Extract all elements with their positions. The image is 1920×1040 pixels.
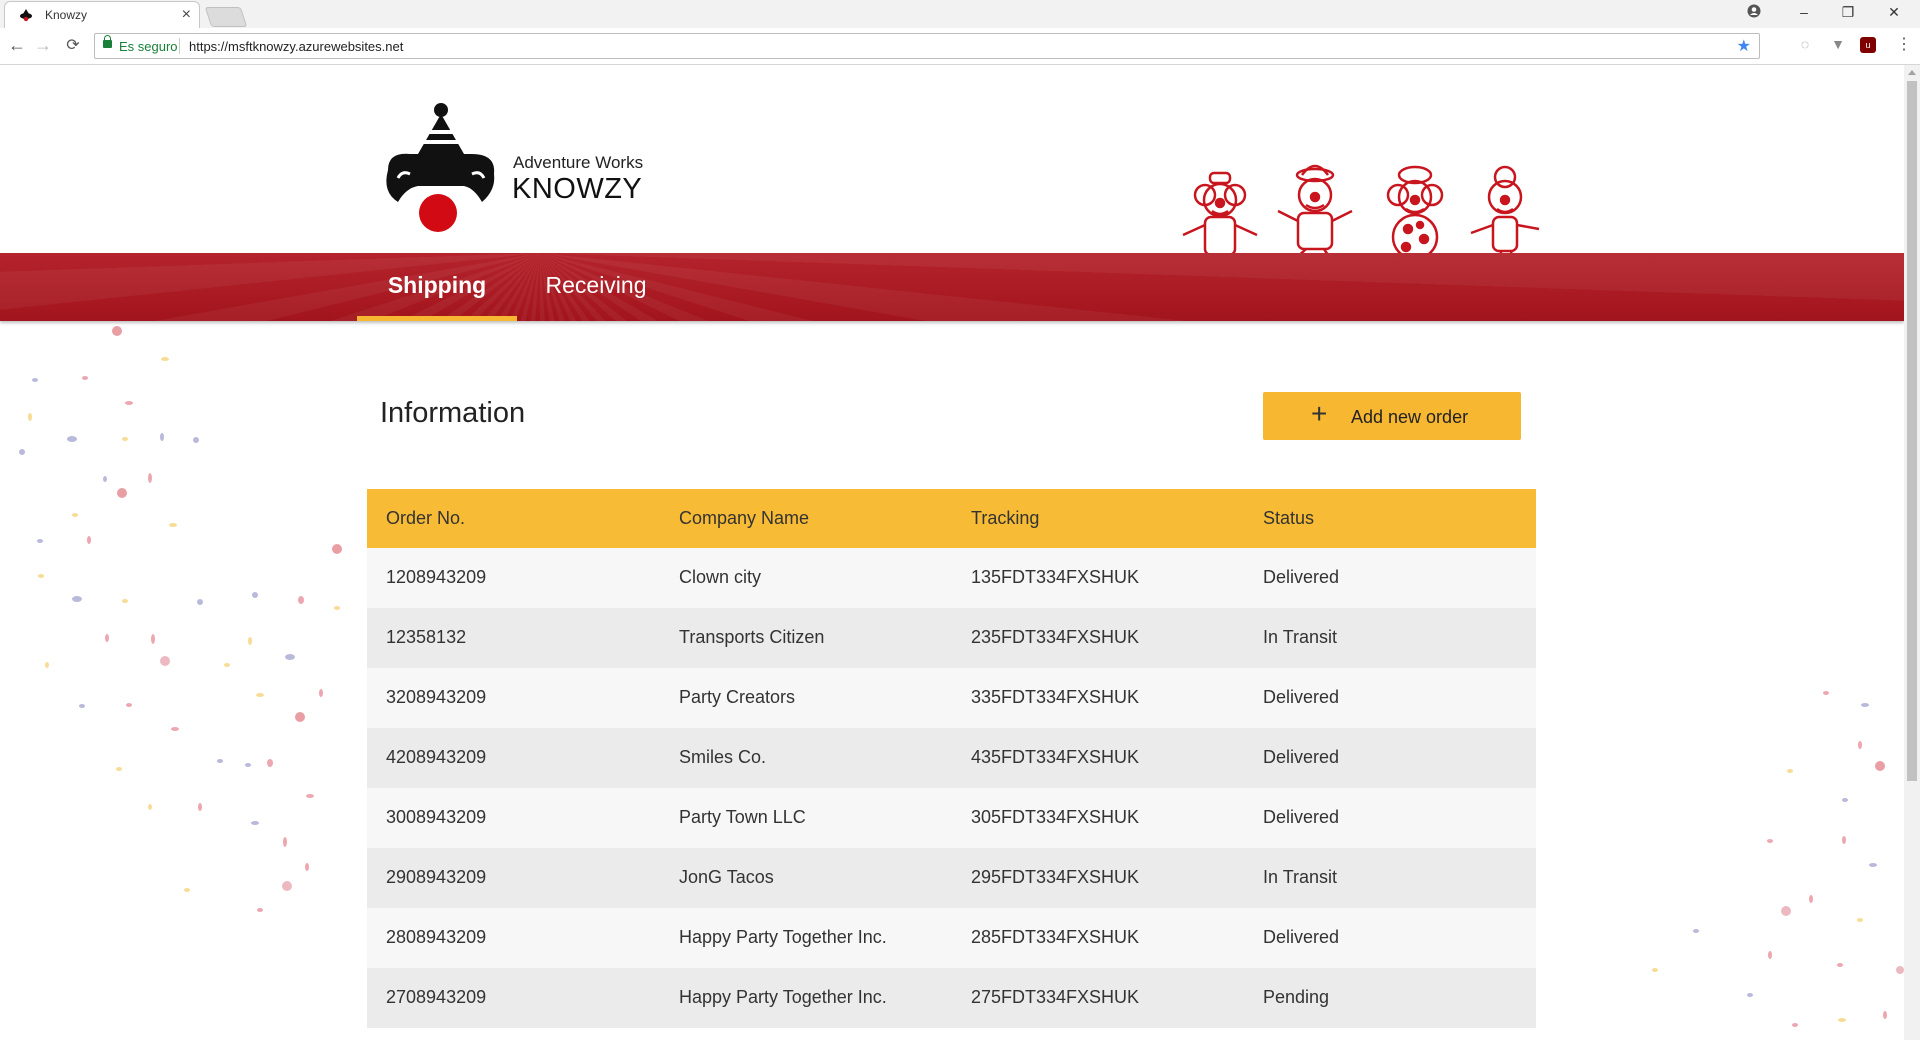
company-name-cell: Smiles Co. [679,747,767,767]
column-header-status[interactable]: Status [1263,508,1314,529]
tracking-cell: 285FDT334FXSHUK [971,927,1140,947]
forward-icon[interactable]: → [32,35,54,56]
status-cell: In Transit [1263,627,1338,647]
tracking-cell: 435FDT334FXSHUK [971,747,1140,767]
scroll-up-arrow-icon[interactable] [1908,70,1916,75]
company-name-cell: Happy Party Together Inc. [679,927,887,947]
restore-icon[interactable]: ❐ [1838,4,1858,21]
tracking-cell: 135FDT334FXSHUK [971,567,1140,587]
column-header-company-name[interactable]: Company Name [679,508,809,529]
order-number-cell: 3208943209 [386,687,487,707]
order-number-cell: 2808943209 [386,927,487,947]
knowzy-clown-logo [386,103,495,232]
orders-table: Order No. Company Name Tracking Status 1… [367,489,1536,1028]
company-name-cell: Transports Citizen [679,627,825,647]
company-name-cell: Clown city [679,567,762,587]
order-number-cell: 12358132 [386,627,467,647]
tracking-cell: 335FDT334FXSHUK [971,687,1140,707]
add-new-order-button[interactable]: + Add new order [1263,392,1521,440]
status-cell: Delivered [1263,687,1340,707]
table-row[interactable]: 2908943209 JonG Tacos 295FDT334FXSHUK In… [367,848,1536,908]
minimize-icon[interactable]: – [1794,4,1814,20]
browser-toolbar: ← → ⟳ Es seguro https://msftknowzy.azure… [0,28,1920,65]
new-tab-button[interactable] [204,7,248,27]
ublock-extension-icon[interactable]: u [1860,37,1876,53]
back-icon[interactable]: ← [6,35,28,56]
close-window-icon[interactable]: ✕ [1884,4,1904,21]
lock-icon [103,35,112,48]
order-number-cell: 2908943209 [386,867,487,887]
url-text[interactable]: https://msftknowzy.azurewebsites.net [189,39,403,54]
status-cell: Delivered [1263,567,1340,587]
column-header-tracking[interactable]: Tracking [971,508,1039,529]
table-row[interactable]: 3208943209 Party Creators 335FDT334FXSHU… [367,668,1536,728]
status-cell: Delivered [1263,927,1340,947]
scrollbar-thumb[interactable] [1907,81,1917,781]
profile-icon[interactable] [1744,4,1764,21]
plus-icon: + [1311,398,1328,429]
secure-label: Es seguro [119,39,178,54]
browser-tab[interactable]: Knowzy × [4,1,200,28]
browser-tabstrip: Knowzy × – ❐ ✕ [0,0,1920,28]
tracking-cell: 305FDT334FXSHUK [971,807,1140,827]
order-number-cell: 2708943209 [386,987,487,1007]
tab-title: Knowzy [45,8,88,22]
order-number-cell: 1208943209 [386,567,487,587]
omnibox-divider [179,38,180,54]
status-cell: Pending [1263,987,1330,1007]
table-row[interactable]: 2708943209 Happy Party Together Inc. 275… [367,968,1536,1028]
table-row[interactable]: 1208943209 Clown city 135FDT334FXSHUK De… [367,548,1536,608]
main-navbar: Shipping Receiving [0,253,1904,321]
vpn-extension-icon[interactable]: ▼ [1828,36,1848,52]
bookmark-star-icon[interactable]: ★ [1737,36,1751,56]
table-row[interactable]: 4208943209 Smiles Co. 435FDT334FXSHUK De… [367,728,1536,788]
order-number-cell: 4208943209 [386,747,487,767]
address-bar[interactable]: Es seguro https://msftknowzy.azurewebsit… [94,33,1760,59]
add-new-order-label: Add new order [1351,407,1469,427]
tab-shipping[interactable]: Shipping [357,253,517,321]
status-cell: Delivered [1263,747,1340,767]
status-cell: Delivered [1263,807,1340,827]
tab-receiving[interactable]: Receiving [526,253,666,321]
company-name-cell: JonG Tacos [679,867,774,887]
company-name-cell: Party Creators [679,687,796,707]
order-number-cell: 3008943209 [386,807,487,827]
page-scrollbar[interactable] [1904,65,1920,1040]
brand-subtitle: Adventure Works [513,153,644,172]
tracking-cell: 275FDT334FXSHUK [971,987,1140,1007]
tracking-cell: 295FDT334FXSHUK [971,867,1140,887]
tracking-cell: 235FDT334FXSHUK [971,627,1140,647]
status-cell: In Transit [1263,867,1338,887]
knowzy-favicon-icon [20,9,32,22]
page-title: Information [380,397,526,429]
company-name-cell: Party Town LLC [679,807,806,827]
table-row[interactable]: 12358132 Transports Citizen 235FDT334FXS… [367,608,1536,668]
company-name-cell: Happy Party Together Inc. [679,987,887,1007]
extension-icon[interactable]: ◌ [1795,36,1815,52]
table-row[interactable]: 2808943209 Happy Party Together Inc. 285… [367,908,1536,968]
column-header-order-no[interactable]: Order No. [386,508,465,529]
page-viewport: Adventure Works KNOWZY Shipping Receivin… [0,65,1904,1040]
browser-menu-icon[interactable]: ⋮ [1896,34,1912,54]
tab-close-icon[interactable]: × [182,5,191,25]
reload-icon[interactable]: ⟳ [62,35,84,55]
table-header-row: Order No. Company Name Tracking Status [367,489,1536,548]
brand-title: KNOWZY [512,173,643,205]
table-row[interactable]: 3008943209 Party Town LLC 305FDT334FXSHU… [367,788,1536,848]
